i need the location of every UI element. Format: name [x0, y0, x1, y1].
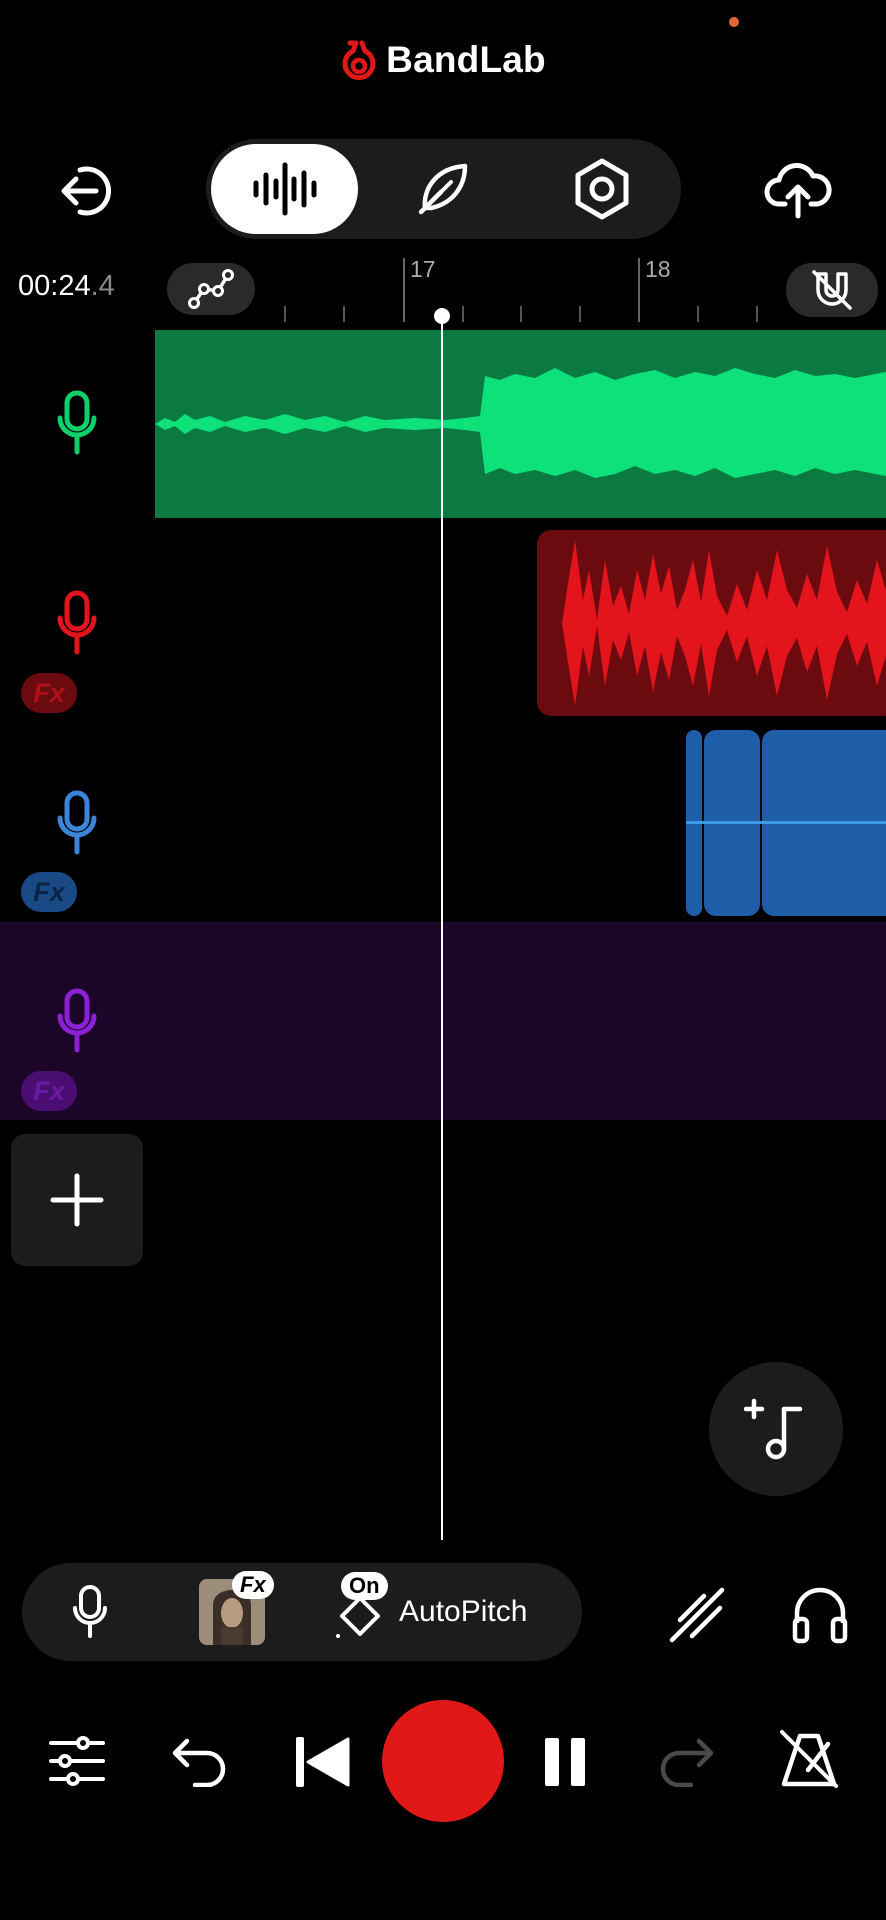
playhead-line[interactable] [441, 314, 443, 1540]
track-2-waveform [537, 540, 886, 706]
tuner-button[interactable] [662, 1578, 734, 1650]
undo-icon [172, 1738, 226, 1787]
track-3-fx-badge[interactable]: Fx [21, 872, 77, 912]
track-1-clip[interactable] [155, 330, 886, 518]
exit-button[interactable] [48, 152, 126, 230]
waveform-tab[interactable] [211, 144, 358, 234]
track-1-waveform [155, 368, 886, 478]
magnet-off-icon [812, 270, 852, 310]
ruler-tick [343, 306, 345, 322]
ruler-label-17: 17 [410, 256, 436, 282]
mic-icon [57, 390, 97, 455]
add-loop-button[interactable] [709, 1362, 843, 1496]
headphones-icon [792, 1587, 848, 1644]
ruler-tick [462, 306, 464, 322]
redo-button[interactable] [654, 1728, 720, 1794]
app-header: BandLab [0, 34, 886, 86]
add-track-button[interactable] [11, 1134, 143, 1266]
status-indicator-dot [729, 17, 739, 27]
plus-icon [50, 1173, 104, 1227]
skip-back-icon [296, 1737, 350, 1787]
settings-tab[interactable] [530, 144, 674, 234]
bandlab-logo-icon [342, 40, 376, 81]
time-main: 00:24 [18, 270, 91, 302]
ruler-tick [579, 306, 581, 322]
track-1-mic-icon[interactable] [57, 390, 97, 460]
input-mic-button[interactable] [60, 1576, 120, 1648]
track-2-clip[interactable] [537, 530, 886, 716]
mic-icon [57, 988, 97, 1053]
ruler-bar-line [638, 258, 640, 322]
automation-icon [188, 269, 234, 309]
track-4-mic-icon[interactable] [57, 988, 97, 1058]
hex-nut-icon [575, 158, 629, 220]
fx-preset-badge: Fx [232, 1571, 274, 1599]
track-2-fx-badge[interactable]: Fx [21, 673, 77, 713]
skip-to-start-button[interactable] [290, 1732, 354, 1792]
mic-icon [57, 590, 97, 655]
metronome-off-icon [780, 1730, 838, 1788]
track-3-mic-icon[interactable] [57, 790, 97, 860]
ruler-tick [284, 306, 286, 322]
monitor-button[interactable] [780, 1576, 860, 1652]
lyrics-tab[interactable] [372, 144, 512, 234]
pause-icon [545, 1738, 585, 1786]
ruler-tick [697, 306, 699, 322]
tuning-fork-icon [669, 1587, 725, 1643]
track-4-fx-badge[interactable]: Fx [21, 1071, 77, 1111]
exit-icon [61, 166, 112, 216]
mic-icon [73, 1585, 107, 1638]
cloud-upload-icon [764, 163, 832, 219]
app-title: BandLab [386, 39, 546, 80]
track-2-mic-icon[interactable] [57, 590, 97, 660]
waveform-icon [253, 162, 316, 216]
record-button[interactable] [382, 1700, 504, 1822]
feather-icon [418, 163, 468, 215]
undo-button[interactable] [166, 1728, 232, 1794]
snap-toggle-button[interactable] [786, 263, 878, 317]
playhead-knob[interactable] [434, 308, 450, 324]
add-music-note-icon [744, 1398, 803, 1460]
upload-button[interactable] [756, 148, 840, 232]
ruler-tick [756, 306, 758, 322]
mixer-button[interactable] [42, 1726, 112, 1796]
time-fraction: .4 [90, 270, 115, 302]
ruler-label-18: 18 [645, 256, 671, 282]
redo-icon [660, 1738, 714, 1787]
automation-button[interactable] [167, 263, 255, 315]
pause-button[interactable] [538, 1732, 592, 1792]
ruler-bar-line [403, 258, 405, 322]
autopitch-on-badge: On [341, 1572, 388, 1600]
track-3-waveform-line [686, 821, 886, 824]
track-4-row[interactable] [0, 922, 886, 1120]
time-display: 00:24.4 [18, 270, 115, 303]
ruler-tick [520, 306, 522, 322]
sliders-icon [49, 1736, 105, 1786]
mic-icon [57, 790, 97, 855]
metronome-button[interactable] [774, 1724, 844, 1794]
autopitch-label[interactable]: AutoPitch [399, 1595, 527, 1629]
